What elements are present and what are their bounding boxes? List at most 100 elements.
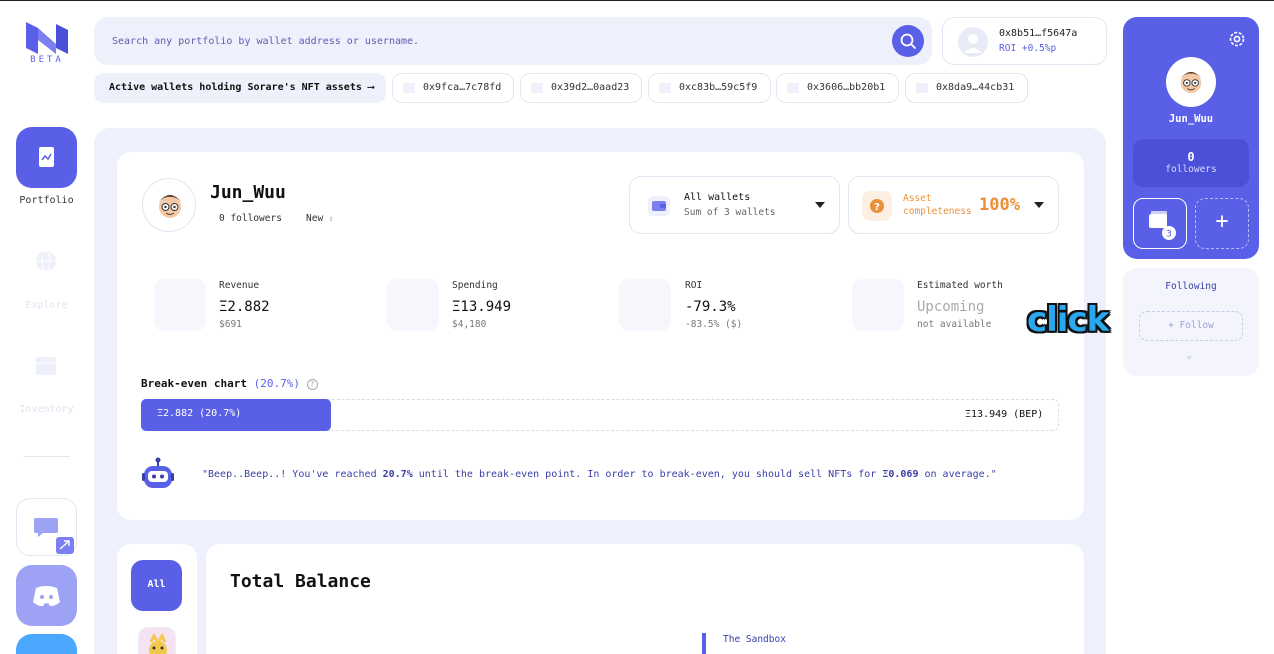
bot-message-part: "Beep..Beep..! You've reached xyxy=(202,469,383,480)
game-thumb-icon xyxy=(149,632,167,654)
profile-followers[interactable]: 0 followers xyxy=(219,213,282,224)
nav-explore-label[interactable]: Explore xyxy=(16,300,77,311)
following-title: Following xyxy=(1165,281,1217,292)
search-input[interactable] xyxy=(112,31,872,51)
sort-select[interactable]: New ⇕ xyxy=(306,213,334,224)
spending-usd: $4,180 xyxy=(452,319,487,330)
nav-divider xyxy=(23,456,70,457)
search-icon xyxy=(900,33,916,49)
profile-avatar xyxy=(142,178,196,232)
nav-inventory-label[interactable]: Inventory xyxy=(16,404,77,415)
roi-value: -79.3% xyxy=(685,299,736,315)
wallet-chip-label: 0x8da9…44cb31 xyxy=(936,82,1015,93)
filter-all-button[interactable]: All xyxy=(131,560,182,611)
discord-button[interactable] xyxy=(16,565,77,626)
legend-color-bar xyxy=(702,633,706,654)
twitter-button[interactable] xyxy=(16,634,77,654)
worth-sub: not available xyxy=(917,319,992,330)
click-indicator: click xyxy=(1027,300,1109,340)
document-chart-icon xyxy=(39,147,54,167)
wallet-chip[interactable]: 0x9fca…7c78fd xyxy=(392,73,514,103)
avatar-face-icon xyxy=(158,195,182,218)
legend-label: The Sandbox xyxy=(723,634,786,645)
connected-wallet-card[interactable]: 0x8b51…f5647a ROI +0.5%p xyxy=(942,17,1107,65)
box-icon[interactable] xyxy=(35,355,57,377)
wallet-avatar xyxy=(958,27,988,57)
spending-value: Ξ13.949 xyxy=(452,299,512,315)
bot-message-part: until the break-even point. In order to … xyxy=(412,469,883,480)
follow-button[interactable]: + Follow xyxy=(1139,311,1243,341)
globe-icon[interactable] xyxy=(35,250,57,272)
revenue-icon xyxy=(154,279,206,331)
search-button[interactable] xyxy=(892,25,924,57)
revenue-value: Ξ2.882 xyxy=(219,299,270,315)
wallet-chip[interactable]: 0x39d2…0aad23 xyxy=(520,73,642,103)
wallet-thumb-icon xyxy=(659,83,671,93)
wallet-thumb-icon xyxy=(403,83,415,93)
sort-label: New xyxy=(306,213,324,224)
breakeven-pct: (20.7%) xyxy=(253,377,300,390)
bot-message-avg: Ξ0.069 xyxy=(882,469,919,480)
wallet-address: 0x8b51…f5647a xyxy=(999,28,1078,39)
followers-count: 0 xyxy=(1187,150,1195,164)
total-balance-card xyxy=(206,544,1084,654)
user-icon xyxy=(964,34,982,53)
discord-icon xyxy=(33,586,60,607)
chevron-down-icon[interactable]: ⌄ xyxy=(1186,350,1192,361)
add-wallet-button[interactable]: + xyxy=(1195,198,1249,249)
wallet-icon xyxy=(648,196,670,216)
plus-icon: + xyxy=(1215,209,1229,234)
wallet-chip-label: 0x3606…bb20b1 xyxy=(807,82,886,93)
svg-text:?: ? xyxy=(874,202,880,213)
breakeven-target: Ξ13.949 (BEP) xyxy=(965,409,1044,420)
wallet-chip[interactable]: 0x3606…bb20b1 xyxy=(776,73,899,103)
bot-message-pct: 20.7% xyxy=(382,469,413,480)
help-icon[interactable]: ? xyxy=(306,379,318,390)
revenue-label: Revenue xyxy=(219,280,260,291)
wallet-chip[interactable]: 0xc83b…59c5f9 xyxy=(648,73,771,103)
user-avatar[interactable] xyxy=(1166,57,1216,107)
revenue-usd: $691 xyxy=(219,319,242,330)
wallet-thumb-icon xyxy=(787,83,799,93)
followers-box[interactable]: 0 followers xyxy=(1133,139,1249,187)
active-wallets-link[interactable]: Active wallets holding Sorare's NFT asse… xyxy=(94,73,386,103)
beta-badge: BETA xyxy=(30,55,64,65)
worth-label: Estimated worth xyxy=(917,280,1003,291)
gear-icon[interactable] xyxy=(1227,29,1247,49)
followers-label: followers xyxy=(1165,164,1217,175)
wallet-chip[interactable]: 0x8da9…44cb31 xyxy=(905,73,1028,103)
total-balance-title: Total Balance xyxy=(230,571,371,592)
wallets-count: 3 xyxy=(1166,230,1172,240)
roi-icon xyxy=(619,279,671,331)
worth-icon xyxy=(852,279,904,331)
wallet-select-subtitle: Sum of 3 wallets xyxy=(684,207,776,218)
wallet-chip-label: 0xc83b…59c5f9 xyxy=(679,82,758,93)
spending-label: Spending xyxy=(452,280,498,291)
nav-portfolio[interactable] xyxy=(16,127,77,188)
breakeven-progress: Ξ2.882 (20.7%) xyxy=(141,399,331,431)
asset-completeness-select[interactable]: ? Asset completeness 100% xyxy=(848,176,1059,234)
wallets-button[interactable]: 3 xyxy=(1133,198,1187,249)
spending-icon xyxy=(387,279,439,331)
completeness-value: 100% xyxy=(979,195,1020,215)
wallet-thumb-icon xyxy=(531,83,543,93)
search-bar xyxy=(94,17,932,65)
wallet-select-title: All wallets xyxy=(684,192,751,203)
caret-down-icon xyxy=(1034,202,1044,208)
caret-down-icon xyxy=(815,202,825,208)
worth-value: Upcoming xyxy=(917,299,985,315)
filter-game-button[interactable] xyxy=(138,627,176,654)
sort-arrows-icon: ⇕ xyxy=(328,214,334,223)
top-border xyxy=(0,0,1274,1)
breakeven-title-text: Break-even chart xyxy=(141,377,247,390)
nav-portfolio-label: Portfolio xyxy=(19,195,74,206)
completeness-badge: ? xyxy=(862,191,892,221)
roi-usd: -83.5% ($) xyxy=(685,319,743,330)
breakeven-title: Break-even chart (20.7%) ? xyxy=(141,377,318,390)
bot-message-part: on average." xyxy=(918,469,997,480)
wallet-thumb-icon xyxy=(916,83,928,93)
profile-name: Jun_Wuu xyxy=(210,182,286,203)
feedback-button[interactable] xyxy=(16,498,77,556)
wallet-select[interactable]: All wallets Sum of 3 wallets xyxy=(629,176,840,234)
wallet-roi: ROI +0.5%p xyxy=(999,43,1057,54)
